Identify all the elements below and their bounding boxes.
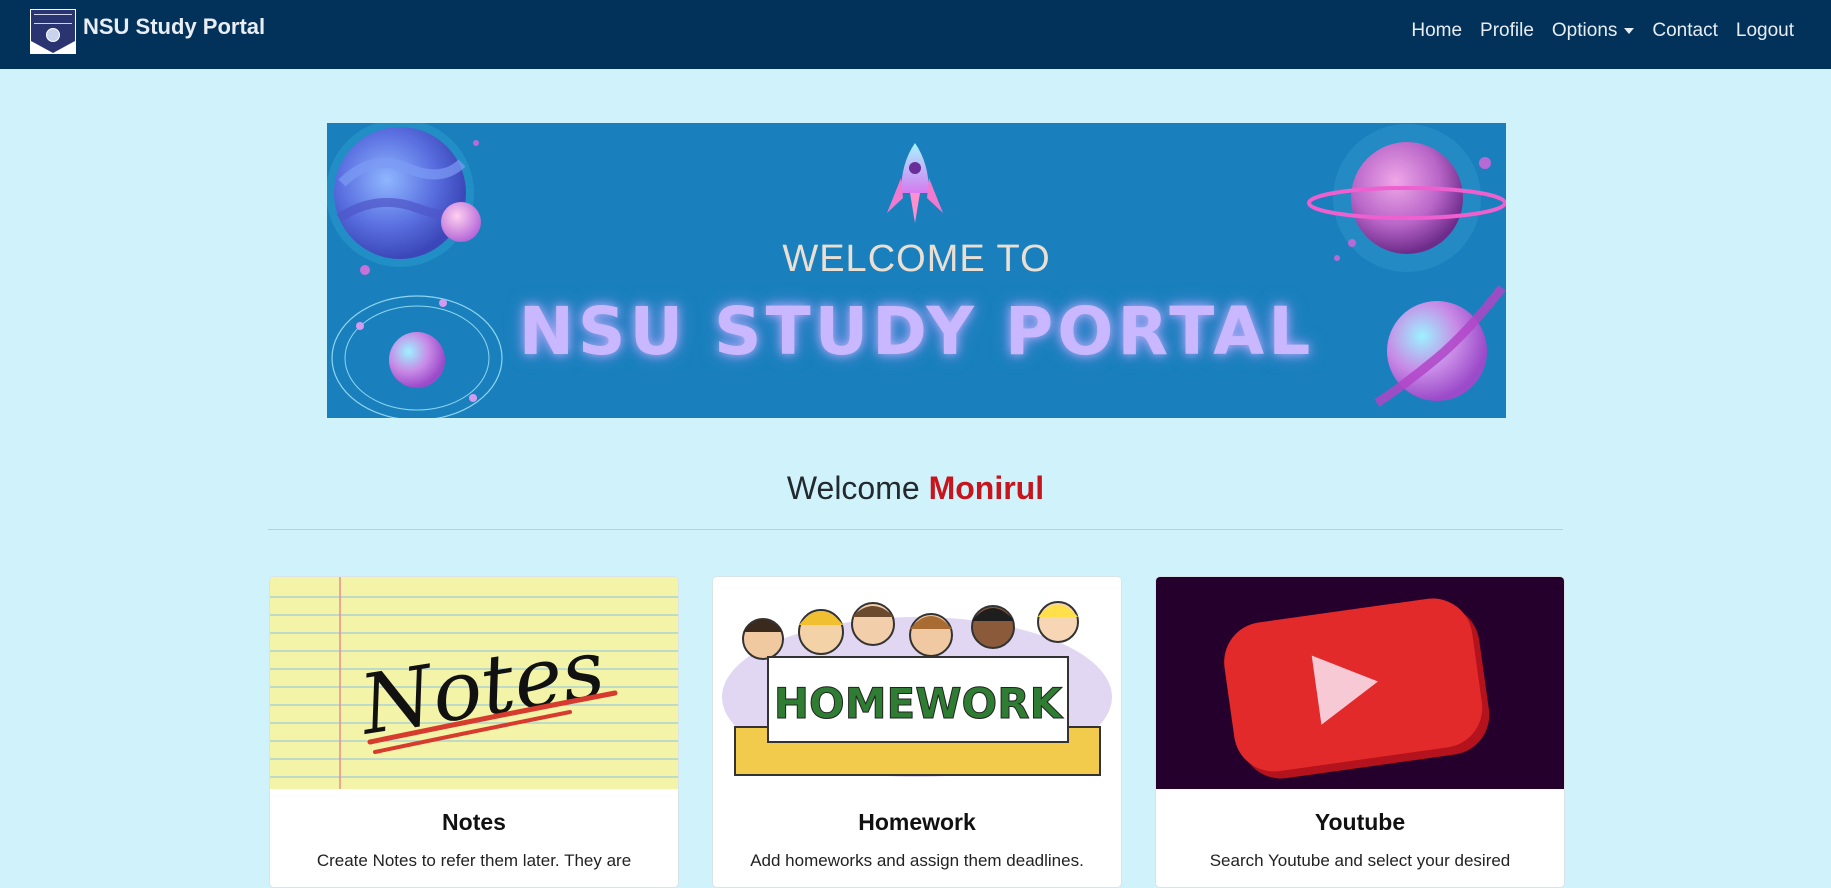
card-homework[interactable]: HOMEWORK Homework Add homeworks and assi… [712,576,1122,888]
nav-options-label: Options [1551,20,1618,41]
card-homework-text: Add homeworks and assign them deadlines. [750,851,1084,870]
card-youtube-title: Youtube [1314,809,1406,835]
dropdown-caret-icon [1624,28,1635,34]
banner-title: NSU STUDY PORTAL [518,293,1315,370]
notes-card-image: Notes [270,577,678,789]
nsu-logo-icon [30,9,76,54]
nav-logout-link[interactable]: Logout [1736,20,1794,42]
welcome-heading: Welcome Monirul [0,470,1831,507]
welcome-greeting: Welcome [786,470,920,506]
nav-home-link[interactable]: Home [1411,20,1462,42]
nav-menu: Home Profile Options Contact Logout [1393,20,1794,42]
nav-options-dropdown[interactable]: Options [1551,20,1635,42]
card-notes-text: Create Notes to refer them later. They a… [316,851,632,870]
brand-title: NSU Study Portal [83,14,266,39]
navbar: NSU Study Portal Home Profile Options Co… [0,0,1831,69]
rocket-icon [887,143,943,223]
welcome-banner: WELCOME TO NSU STUDY PORTAL [327,123,1506,418]
divider [268,529,1563,530]
welcome-username: Monirul [928,470,1045,506]
card-notes[interactable]: Notes Notes Create Notes to refer them l… [269,576,679,888]
card-homework-title: Homework [858,809,976,835]
nav-profile-link[interactable]: Profile [1480,20,1534,42]
card-notes-title: Notes [442,809,506,835]
homework-image-text: HOMEWORK [774,679,1064,728]
brand-link[interactable]: NSU Study Portal [30,9,265,54]
card-youtube[interactable]: Youtube Search Youtube and select your d… [1155,576,1565,888]
banner-welcome-text: WELCOME TO [782,238,1051,280]
homework-card-image: HOMEWORK [713,577,1121,789]
card-youtube-text: Search Youtube and select your desired [1209,851,1511,870]
nav-contact-link[interactable]: Contact [1652,20,1717,42]
youtube-card-image [1156,577,1564,789]
